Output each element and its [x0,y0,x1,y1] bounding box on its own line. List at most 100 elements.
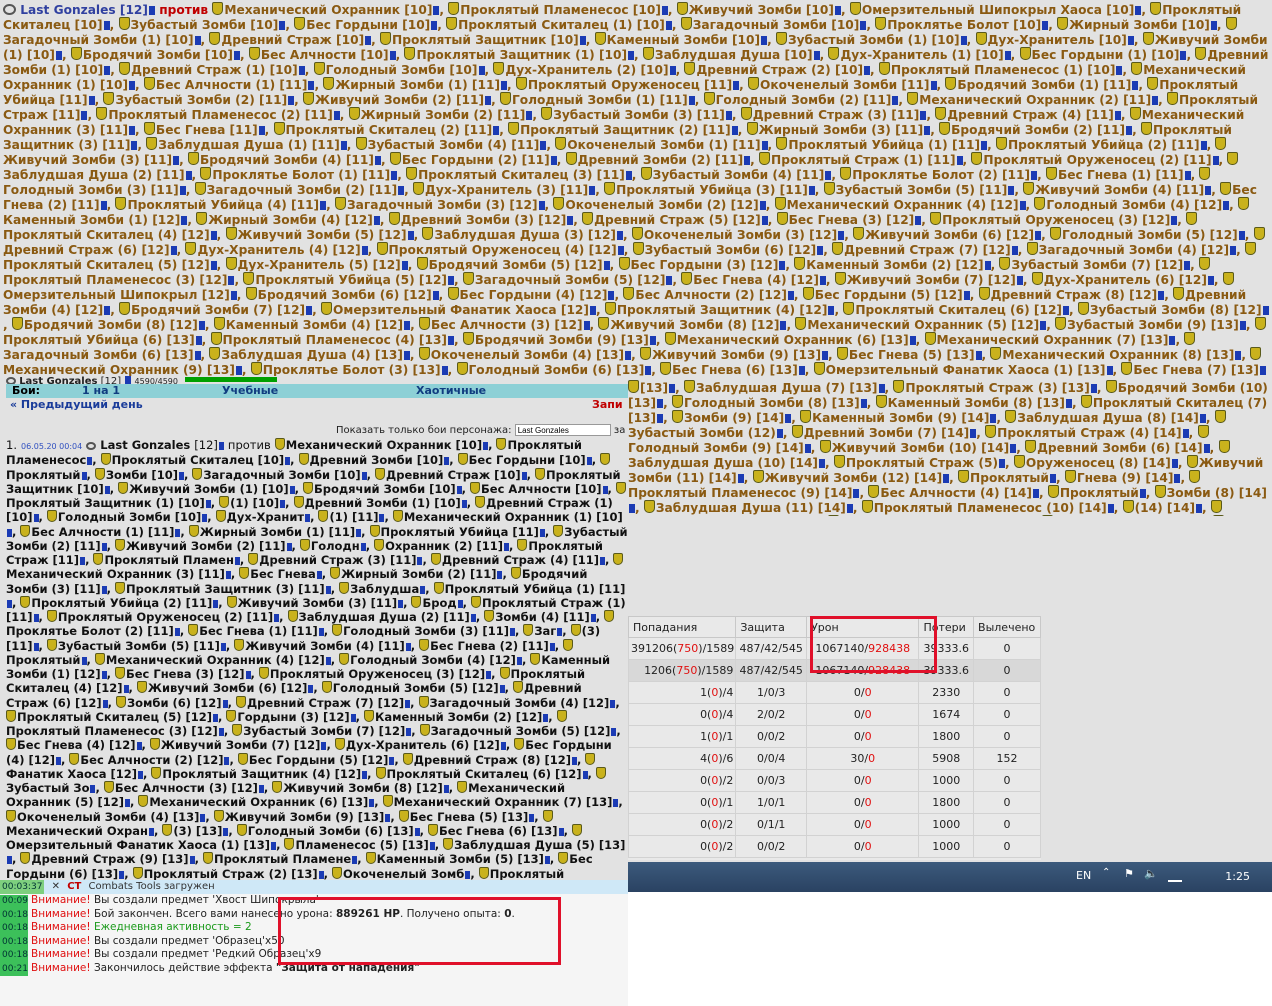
info-icon[interactable] [205,500,211,508]
info-icon[interactable] [306,306,313,315]
enemy-name[interactable]: Живучий Зомби (6) [12] [148,681,308,695]
info-icon[interactable] [878,384,885,393]
enemy-entry[interactable]: (3) [13], [162,823,236,838]
enemy-name[interactable]: Голодн [311,539,360,553]
enemy-name[interactable]: Древний Страж (5) [12] [594,213,761,227]
tab-training[interactable]: Учебные [222,384,278,397]
info-icon[interactable] [194,36,201,45]
enemy-entry[interactable]: Механический Охранник (7) [13], [382,795,623,809]
info-icon[interactable] [981,141,988,150]
enemy-name[interactable]: Зомби (8) [14] [1167,486,1267,500]
volume-icon[interactable]: 🔈 [1144,867,1158,880]
enemy-entry[interactable]: Бродячий Зомби (7) [12], [119,302,321,317]
enemy-name[interactable]: Зомби (6) [12] [127,696,222,710]
enemy-entry[interactable]: Проклятый Защитник (4) [12], [151,766,375,781]
network-icon[interactable] [1168,870,1182,882]
info-icon[interactable] [1158,291,1165,300]
enemy-entry[interactable]: Механический Охранник (6) [13], [138,795,382,809]
tab-chaotic[interactable]: Хаотичные [416,384,486,397]
enemy-name[interactable]: Живучий Зомби (8) [12] [283,781,443,795]
info-icon[interactable] [305,514,311,523]
enemy-name[interactable]: Древний Зомби (2) [11] [578,153,744,167]
info-icon[interactable] [970,429,977,438]
enemy-name[interactable]: Древний Страж [10] [386,468,521,482]
enemy-name[interactable]: Зубастый Зомби (1) [10] [788,33,960,47]
enemy-entry[interactable]: Древний Зомби (6) [14], [1025,440,1218,455]
enemy-entry[interactable]: Механический Охранник [10], [274,438,497,452]
enemy-name[interactable]: Проклятый Скиталец (6) [12] [387,767,582,781]
enemy-entry[interactable]: Зомби (9) [14], [671,410,800,425]
enemy-entry[interactable]: Дух-Хранитель (1) [10], [828,47,1019,62]
enemy-name[interactable]: Заблудшая Душа (10) [14] [628,456,818,470]
enemy-entry[interactable]: [13], [628,380,684,395]
enemy-name[interactable]: Заг [534,624,556,638]
enemy-entry[interactable]: Зомби (4) [11], [484,610,604,624]
enemy-name[interactable]: Древний Зомби (6) [14] [1037,441,1203,455]
info-icon[interactable] [1065,399,1072,408]
enemy-name[interactable]: Заблудшая Душа (1) [11] [158,138,340,152]
info-icon[interactable] [401,261,408,270]
enemy-entry[interactable]: Заблудшая Душа (4) [13], [209,347,418,362]
enemy-entry[interactable]: Заблудшая Душа (3) [12], [422,227,631,242]
info-icon[interactable] [1200,141,1207,150]
enemy-name[interactable]: Голодный Зомби (6) [13] [248,824,414,838]
info-icon[interactable] [33,614,39,622]
enemy-name[interactable]: Бес Алчности (3) [12] [431,318,583,332]
info-icon[interactable] [666,276,673,285]
info-icon[interactable] [185,171,192,180]
enemy-entry[interactable]: Бес Алчности (1) [11], [20,524,188,539]
info-icon[interactable] [688,96,695,105]
enemy-name[interactable]: Жирный Зомби (1) [11] [335,78,500,92]
enemy-name[interactable]: Проклятый Оруженосец (4) [12] [389,243,617,257]
enemy-name[interactable]: Оруженосец (8) [14] [1026,456,1171,470]
info-icon[interactable] [733,81,740,90]
info-icon[interactable] [846,504,853,513]
info-icon[interactable] [628,51,635,60]
enemy-name[interactable]: Проклятый Оруженосец (3) [12] [270,667,485,681]
enemy-entry[interactable]: Бес Гордыни (5) [12], [237,752,403,767]
enemy-entry[interactable]: Проклятый Пламен, [93,553,248,567]
info-icon[interactable] [104,485,110,494]
info-icon[interactable] [550,156,557,165]
enemy-entry[interactable]: Бродячий Зомби (5) [12], [416,257,619,272]
enemy-name[interactable]: Живучий Зомби (2) [11] [126,539,286,553]
enemy-entry[interactable]: Проклятый Страж (5), [833,455,1014,470]
enemy-name[interactable]: Механический Охранник (4) [12] [787,198,1019,212]
info-icon[interactable] [804,444,811,453]
info-icon[interactable] [274,614,280,622]
enemy-name[interactable]: Проклятый Пламенесос (4) [13] [223,333,447,347]
info-icon[interactable] [1063,306,1069,315]
info-icon[interactable] [501,81,508,90]
enemy-name[interactable]: Загадочный Зомби (4) [12] [430,696,610,710]
enemy-entry[interactable]: Бес Гордыни (4) [12], [447,287,624,302]
enemy-name[interactable]: Древний Зомби (7) [14] [804,426,970,440]
enemy-name[interactable]: Древний Страж (4) [11] [947,108,1114,122]
clock[interactable]: 1:25 [1225,870,1250,883]
enemy-name[interactable]: Проклятый [6,468,81,482]
enemy-name[interactable]: Голодный Зомби (3) [11] [343,624,509,638]
info-icon[interactable] [223,827,229,836]
enemy-name[interactable]: Зомби (4) [11] [495,610,590,624]
info-icon[interactable] [170,246,177,255]
info-icon[interactable] [90,785,96,793]
info-icon[interactable] [218,442,224,450]
info-icon[interactable] [429,842,435,850]
enemy-entry[interactable]: Заблудшая Душа (8) [14], [1005,410,1214,425]
enemy-name[interactable]: Голодный Зомби (1) [11] [512,93,688,107]
enemy-entry[interactable]: Окоченелый Зомби (2) [12], [553,197,774,212]
enemy-name[interactable]: Механический Охранник (5) [12] [807,318,1039,332]
enemy-entry[interactable]: Жирный Зомби (1) [11], [323,77,516,92]
enemy-name[interactable]: Загадочный Зомби (5) [12] [431,724,611,738]
enemy-name[interactable]: Проклятый Страж (4) [14] [997,426,1181,440]
enemy-name[interactable]: Каменный Зомби (5) [13] [377,852,544,866]
info-icon[interactable] [456,485,462,494]
enemy-name[interactable]: Жирный Зомби [10] [1069,18,1210,32]
enemy-name[interactable]: Бродячий Зомби (4) [11] [200,153,374,167]
enemy-name[interactable]: Бес Алчности (2) [12] [80,753,223,767]
enemy-entry[interactable]: Древний Страж (4) [11], [935,107,1129,122]
enemy-name[interactable]: Бес Гнева (4) [12] [693,273,819,287]
enemy-name[interactable]: Проклятый [6,653,81,667]
info-icon[interactable] [744,156,751,165]
info-icon[interactable] [285,457,291,466]
info-icon[interactable] [499,685,505,694]
